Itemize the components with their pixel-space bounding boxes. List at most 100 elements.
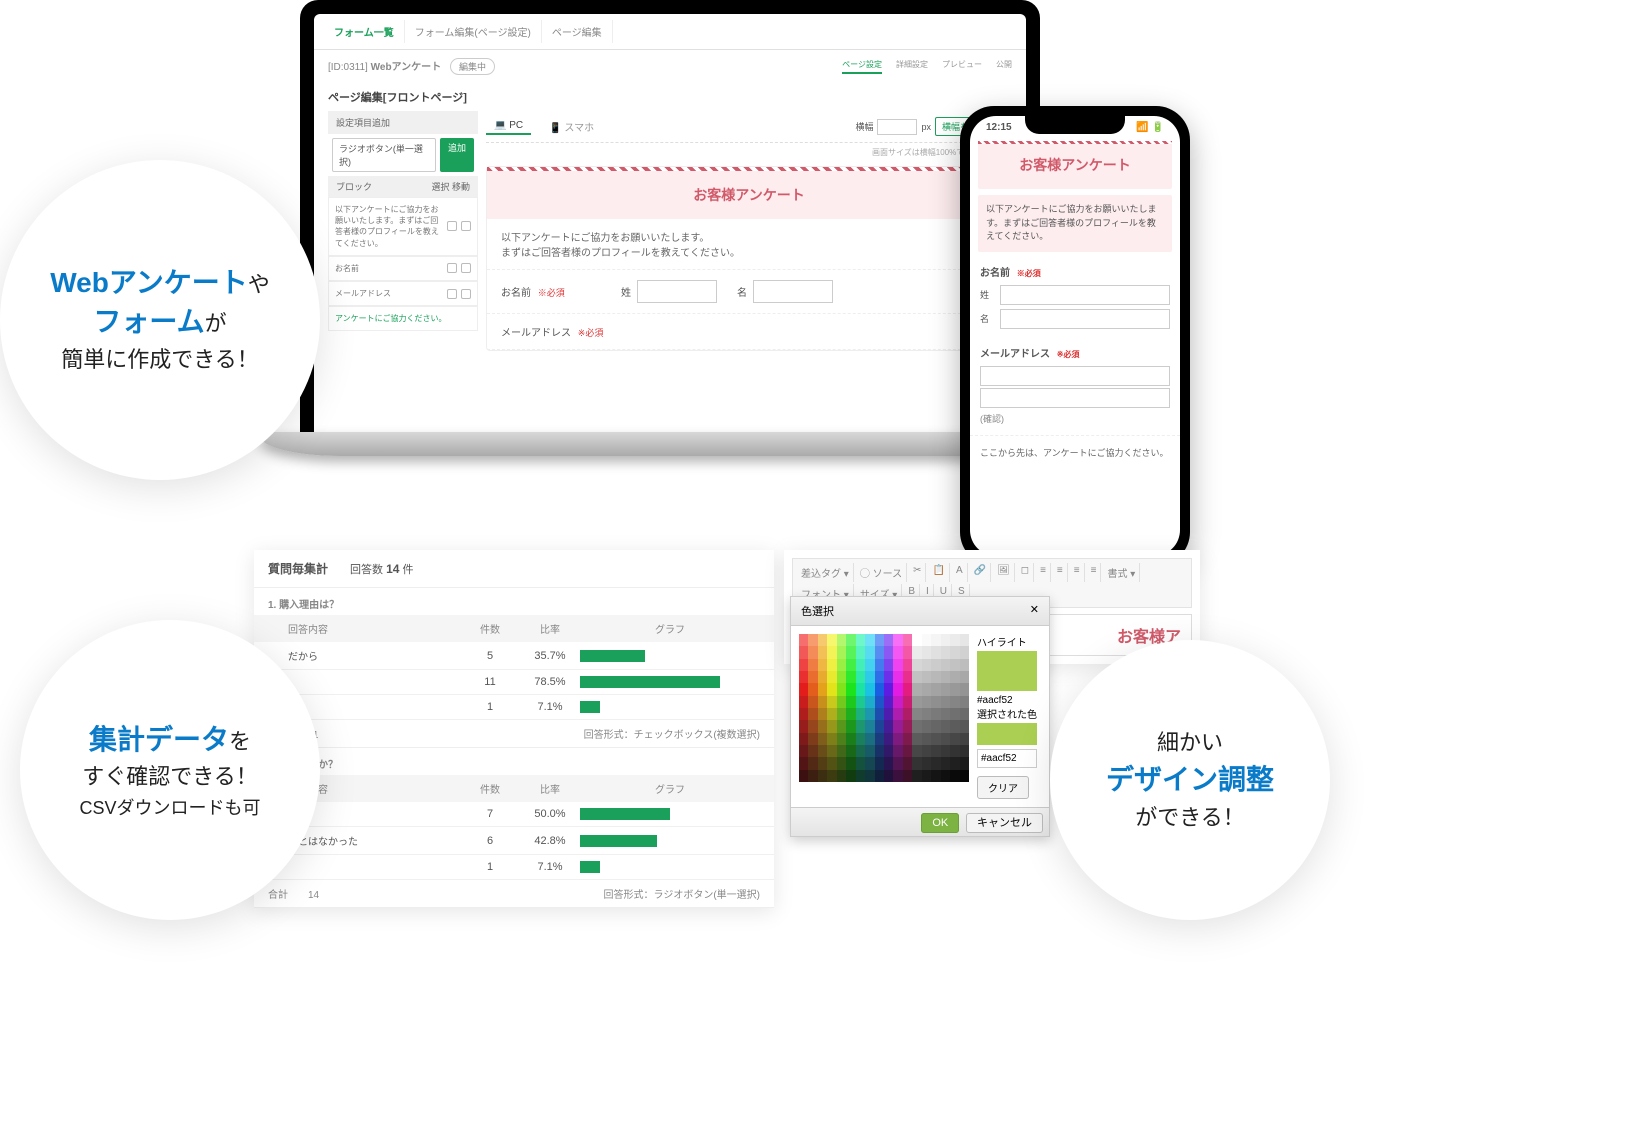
color-cell[interactable] (856, 634, 865, 646)
color-cell[interactable] (827, 757, 836, 769)
color-cell[interactable] (903, 659, 912, 671)
color-cell[interactable] (922, 646, 931, 658)
toolbar-btn[interactable]: 🖼 (993, 563, 1015, 582)
color-cell[interactable] (950, 659, 959, 671)
ok-button[interactable]: OK (921, 813, 959, 833)
color-cell[interactable] (960, 659, 969, 671)
color-cell[interactable] (893, 770, 902, 782)
color-cell[interactable] (846, 659, 855, 671)
color-cell[interactable] (903, 671, 912, 683)
color-cell[interactable] (837, 659, 846, 671)
color-cell[interactable] (808, 770, 817, 782)
color-cell[interactable] (941, 696, 950, 708)
color-cell[interactable] (856, 708, 865, 720)
color-cell[interactable] (865, 646, 874, 658)
color-cell[interactable] (837, 745, 846, 757)
color-cell[interactable] (893, 683, 902, 695)
color-cell[interactable] (912, 708, 921, 720)
color-cell[interactable] (931, 720, 940, 732)
color-cell[interactable] (846, 646, 855, 658)
color-cell[interactable] (837, 646, 846, 658)
color-cell[interactable] (903, 634, 912, 646)
color-cell[interactable] (950, 671, 959, 683)
color-cell[interactable] (799, 708, 808, 720)
color-cell[interactable] (922, 683, 931, 695)
color-cell[interactable] (941, 634, 950, 646)
color-cell[interactable] (799, 696, 808, 708)
color-cell[interactable] (846, 745, 855, 757)
color-cell[interactable] (808, 671, 817, 683)
color-cell[interactable] (922, 671, 931, 683)
color-cell[interactable] (931, 696, 940, 708)
color-cell[interactable] (884, 770, 893, 782)
color-cell[interactable] (827, 646, 836, 658)
color-cell[interactable] (808, 757, 817, 769)
color-cell[interactable] (827, 745, 836, 757)
toolbar-btn[interactable]: 書式 ▾ (1103, 563, 1140, 582)
color-cell[interactable] (856, 770, 865, 782)
color-cell[interactable] (856, 696, 865, 708)
color-cell[interactable] (960, 696, 969, 708)
color-cell[interactable] (865, 659, 874, 671)
cancel-button[interactable]: キャンセル (966, 813, 1043, 833)
sei-input[interactable] (637, 280, 717, 303)
color-cell[interactable] (818, 659, 827, 671)
color-cell[interactable] (922, 757, 931, 769)
color-cell[interactable] (856, 720, 865, 732)
color-cell[interactable] (875, 770, 884, 782)
color-cell[interactable] (941, 646, 950, 658)
color-cell[interactable] (818, 745, 827, 757)
color-cell[interactable] (799, 757, 808, 769)
color-cell[interactable] (827, 671, 836, 683)
color-cell[interactable] (865, 671, 874, 683)
color-cell[interactable] (884, 634, 893, 646)
color-cell[interactable] (931, 770, 940, 782)
color-cell[interactable] (837, 683, 846, 695)
color-cell[interactable] (846, 720, 855, 732)
color-cell[interactable] (808, 733, 817, 745)
color-cell[interactable] (818, 671, 827, 683)
color-cell[interactable] (893, 720, 902, 732)
color-cell[interactable] (903, 733, 912, 745)
color-cell[interactable] (827, 683, 836, 695)
color-cell[interactable] (922, 745, 931, 757)
crumb-3[interactable]: ページ編集 (542, 20, 613, 43)
color-cell[interactable] (837, 696, 846, 708)
color-cell[interactable] (903, 696, 912, 708)
color-cell[interactable] (931, 708, 940, 720)
color-cell[interactable] (941, 720, 950, 732)
color-cell[interactable] (893, 696, 902, 708)
toolbar-btn[interactable]: ≡ (1087, 563, 1102, 582)
color-cell[interactable] (884, 733, 893, 745)
color-cell[interactable] (808, 683, 817, 695)
color-cell[interactable] (865, 696, 874, 708)
color-cell[interactable] (799, 733, 808, 745)
color-cell[interactable] (884, 708, 893, 720)
color-cell[interactable] (893, 708, 902, 720)
color-cell[interactable] (922, 634, 931, 646)
toolbar-btn[interactable]: ◯ ソース (856, 563, 907, 582)
color-cell[interactable] (865, 757, 874, 769)
color-cell[interactable] (818, 683, 827, 695)
color-cell[interactable] (960, 720, 969, 732)
color-cell[interactable] (818, 757, 827, 769)
color-cell[interactable] (884, 757, 893, 769)
color-cell[interactable] (893, 634, 902, 646)
color-cell[interactable] (808, 696, 817, 708)
color-cell[interactable] (931, 733, 940, 745)
color-cell[interactable] (950, 646, 959, 658)
color-cell[interactable] (884, 671, 893, 683)
color-cell[interactable] (818, 708, 827, 720)
color-cell[interactable] (893, 757, 902, 769)
color-cell[interactable] (912, 671, 921, 683)
color-cell[interactable] (837, 757, 846, 769)
color-cell[interactable] (912, 757, 921, 769)
color-cell[interactable] (950, 770, 959, 782)
color-cell[interactable] (846, 757, 855, 769)
sei-input[interactable] (1000, 285, 1170, 305)
color-cell[interactable] (941, 683, 950, 695)
color-cell[interactable] (856, 757, 865, 769)
color-cell[interactable] (865, 733, 874, 745)
hex-input[interactable] (977, 749, 1037, 768)
color-cell[interactable] (950, 720, 959, 732)
